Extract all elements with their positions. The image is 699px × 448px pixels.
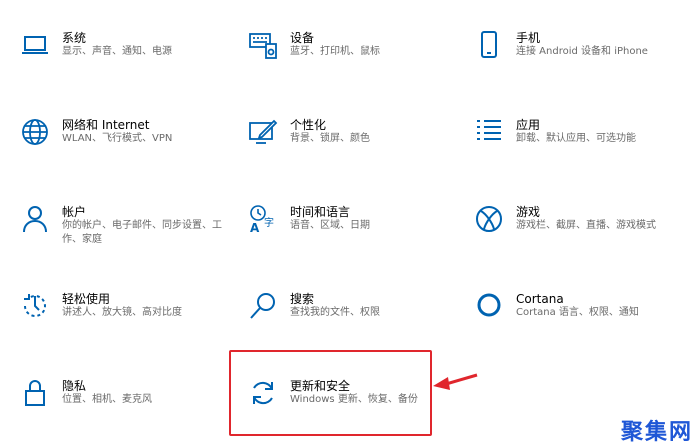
tile-search[interactable]: 搜索 查找我的文件、权限 [248, 291, 458, 351]
ease-of-access-icon [20, 291, 50, 321]
tile-title: 搜索 [290, 292, 315, 306]
cortana-icon [474, 291, 504, 321]
tile-ease-of-access[interactable]: 轻松使用 讲述人、放大镜、高对比度 [20, 291, 230, 351]
person-icon [20, 204, 50, 234]
keyboard-icon [248, 30, 278, 60]
lock-icon [20, 378, 50, 408]
xbox-icon [474, 204, 504, 234]
tile-description: 讲述人、放大镜、高对比度 [62, 307, 182, 318]
tile-description: 蓝牙、打印机、鼠标 [290, 46, 380, 57]
annotation-arrow-icon [433, 373, 478, 390]
tile-title: Cortana [516, 292, 564, 306]
search-icon [248, 291, 278, 321]
tile-title: 隐私 [62, 379, 87, 393]
tile-title: 时间和语言 [290, 205, 351, 219]
tile-time-language[interactable]: A字 时间和语言 语音、区域、日期 [248, 204, 458, 264]
tile-apps[interactable]: 应用 卸载、默认应用、可选功能 [474, 117, 684, 177]
tile-network[interactable]: 网络和 Internet WLAN、飞行模式、VPN [20, 117, 230, 177]
tile-title: 帐户 [62, 205, 87, 219]
highlight-box [229, 350, 432, 436]
language-icon: A字 [248, 204, 278, 234]
tile-phone[interactable]: 手机 连接 Android 设备和 iPhone [474, 30, 684, 90]
tile-description: 语音、区域、日期 [290, 220, 370, 231]
tile-privacy[interactable]: 隐私 位置、相机、麦克风 [20, 378, 230, 438]
tile-description: 连接 Android 设备和 iPhone [516, 46, 648, 57]
tile-system[interactable]: 系统 显示、声音、通知、电源 [20, 30, 230, 90]
paint-icon [248, 117, 278, 147]
tile-description: Cortana 语言、权限、通知 [516, 307, 639, 318]
tile-title: 网络和 Internet [62, 118, 150, 132]
tile-description: 你的帐户、电子邮件、同步设置、工作、家庭 [62, 220, 222, 245]
tile-description: 位置、相机、麦克风 [62, 394, 152, 405]
tile-devices[interactable]: 设备 蓝牙、打印机、鼠标 [248, 30, 458, 90]
tile-title: 系统 [62, 31, 87, 45]
tile-title: 个性化 [290, 118, 327, 132]
tile-accounts[interactable]: 帐户 你的帐户、电子邮件、同步设置、工作、家庭 [20, 204, 230, 264]
watermark: 聚集网 [620, 420, 693, 445]
tile-title: 轻松使用 [62, 292, 111, 306]
tile-description: 显示、声音、通知、电源 [62, 46, 172, 57]
tile-description: 卸载、默认应用、可选功能 [516, 133, 636, 144]
tile-gaming[interactable]: 游戏 游戏栏、截屏、直播、游戏模式 [474, 204, 684, 264]
phone-icon [474, 30, 504, 60]
laptop-icon [20, 30, 50, 60]
tile-description: 查找我的文件、权限 [290, 307, 380, 318]
tile-title: 游戏 [516, 205, 541, 219]
tile-description: 游戏栏、截屏、直播、游戏模式 [516, 220, 656, 231]
tile-description: WLAN、飞行模式、VPN [62, 133, 173, 144]
tile-title: 设备 [290, 31, 315, 45]
tile-title: 手机 [516, 31, 541, 45]
globe-icon [20, 117, 50, 147]
svg-text:A: A [250, 221, 260, 234]
tile-personalization[interactable]: 个性化 背景、锁屏、颜色 [248, 117, 458, 177]
tile-title: 应用 [516, 118, 541, 132]
svg-text:字: 字 [264, 216, 274, 229]
apps-list-icon [474, 117, 504, 147]
tile-cortana[interactable]: Cortana Cortana 语言、权限、通知 [474, 291, 684, 351]
tile-description: 背景、锁屏、颜色 [290, 133, 370, 144]
